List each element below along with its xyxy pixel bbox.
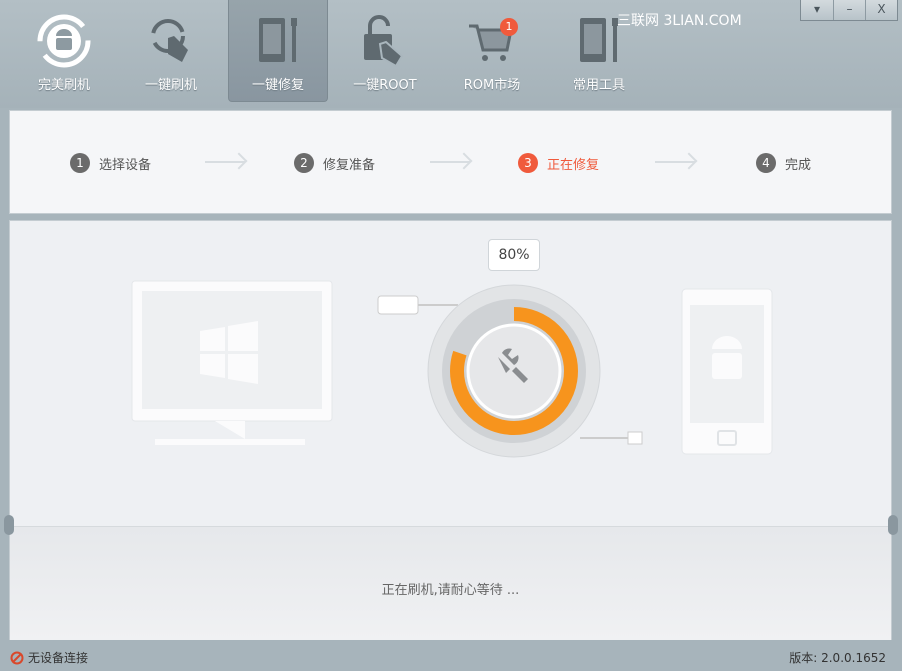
step-number: 4 [756,153,776,173]
computer-icon [131,280,333,445]
tap-refresh-icon [151,19,188,62]
nav-rom-market[interactable]: 1 ROM市场 [442,0,542,102]
right-collapse-handle[interactable] [888,515,898,535]
left-collapse-handle[interactable] [4,515,14,535]
nav-label: ROM市场 [463,78,521,93]
minimize-button[interactable]: – [833,0,865,20]
connection-status: 无设备连接 [28,651,89,665]
step-number: 2 [294,153,314,173]
progress-message: 正在刷机,请耐心等待 ... [381,583,520,598]
step-arrow-icon [655,161,695,163]
unlock-icon [364,15,404,68]
phone-wrench-icon [259,18,297,62]
nav-one-click-root[interactable]: 一键ROOT [335,0,435,102]
watermark: 三联网 3LIAN.COM [617,13,742,29]
step-select-device: 1 选择设备 [70,153,151,173]
status-bar: 无设备连接 版本: 2.0.0.1652 [0,641,902,671]
nav-label: 一键ROOT [353,78,417,93]
main-panel: 正在刷机,请耐心等待 ... [9,220,892,640]
no-device-icon [10,651,24,664]
nav-perfect-flash[interactable]: 完美刷机 [14,0,114,102]
nav-label: 完美刷机 [37,78,90,93]
nav-label: 一键修复 [251,78,304,93]
step-label: 正在修复 [547,157,600,173]
android-refresh-icon [37,14,91,68]
progress-ring [427,284,601,458]
step-number: 1 [70,153,90,173]
progress-percent-label: 80% [488,239,540,271]
step-label: 完成 [785,157,812,173]
version-label: 版本: 2.0.0.1652 [789,651,886,665]
nav-one-click-repair[interactable]: 一键修复 [228,0,328,102]
step-arrow-icon [430,161,470,163]
nav-label: 常用工具 [572,78,625,93]
rom-market-badge: 1 [500,18,518,36]
repair-illustration [131,280,773,458]
top-toolbar: 完美刷机 一键刷机 一键修复 一键ROOT 1 ROM市场 常用工具 三联网 3… [0,0,902,108]
usb-cable-right-icon [580,431,643,445]
steps-panel: 1 选择设备 2 修复准备 3 正在修复 4 完成 [9,110,892,214]
step-repairing: 3 正在修复 [518,153,599,173]
usb-cable-icon [377,295,458,315]
step-repair-prep: 2 修复准备 [294,153,375,173]
step-label: 选择设备 [99,157,152,173]
message-area: 正在刷机,请耐心等待 ... [10,526,891,640]
step-arrow-icon [205,161,245,163]
step-label: 修复准备 [323,157,376,173]
step-done: 4 完成 [756,153,811,173]
phone-icon [681,288,773,455]
step-number: 3 [518,153,538,173]
nav-label: 一键刷机 [144,78,197,93]
nav-one-click-flash[interactable]: 一键刷机 [121,0,221,102]
window-controls: ▾ – X [800,0,898,21]
close-button[interactable]: X [865,0,897,20]
menu-button[interactable]: ▾ [801,0,833,20]
